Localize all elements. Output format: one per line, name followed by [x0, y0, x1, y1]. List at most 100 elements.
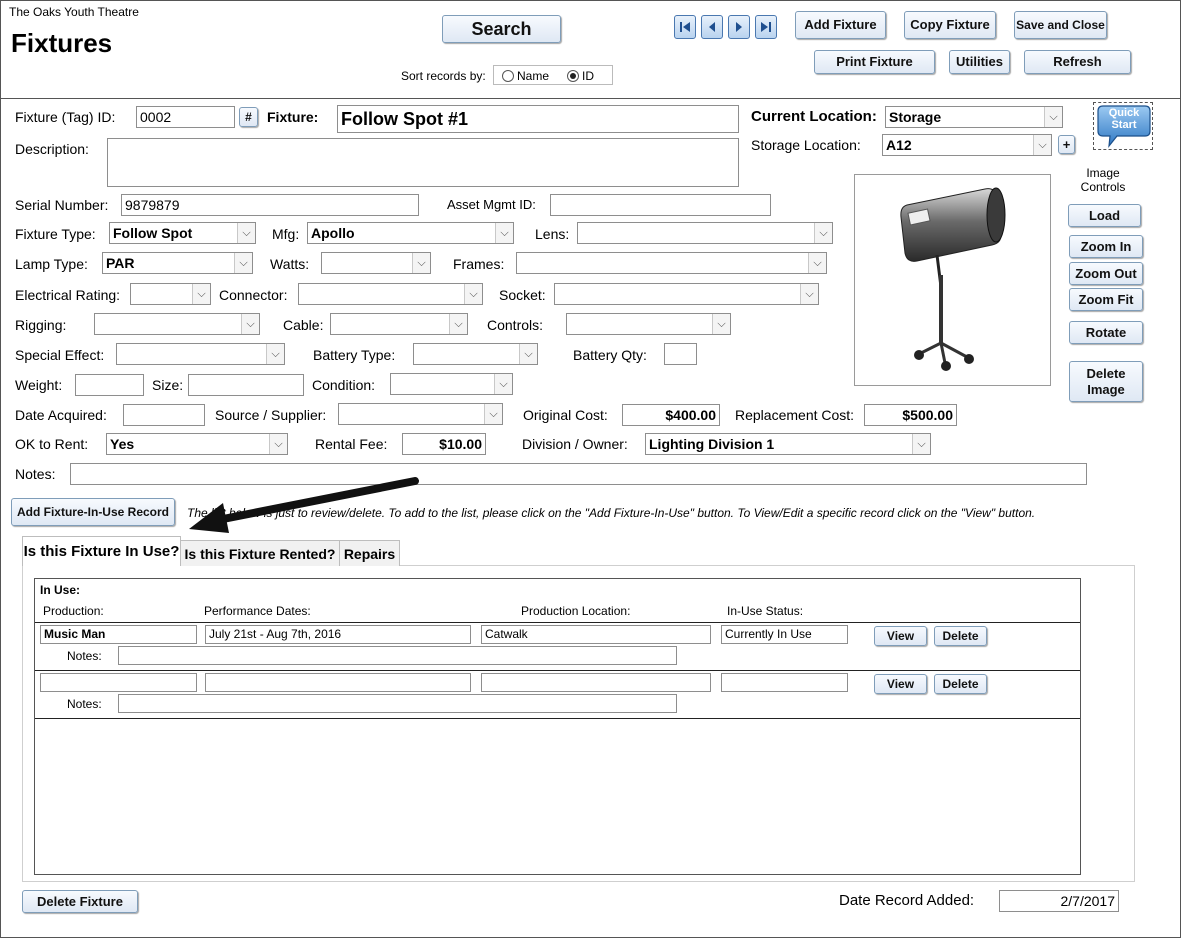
row2-view-button[interactable]: View: [874, 674, 927, 694]
weight-field[interactable]: [75, 374, 144, 396]
mfg-combo[interactable]: Apollo ⌵: [307, 222, 514, 244]
row-divider: [35, 670, 1080, 671]
chevron-down-icon[interactable]: ⌵: [1044, 107, 1062, 127]
battery-qty-field[interactable]: [664, 343, 697, 365]
chevron-down-icon[interactable]: ⌵: [912, 434, 930, 454]
chevron-down-icon[interactable]: ⌵: [464, 284, 482, 304]
quick-start-button[interactable]: Quick Start: [1093, 102, 1153, 150]
chevron-down-icon[interactable]: ⌵: [814, 223, 832, 243]
date-record-added-field[interactable]: 2/7/2017: [999, 890, 1119, 912]
rental-fee-field[interactable]: $10.00: [402, 433, 486, 455]
form-title: Fixtures: [11, 28, 113, 58]
description-field[interactable]: [107, 138, 739, 187]
add-storage-location-button[interactable]: +: [1058, 135, 1075, 154]
row2-notes-field[interactable]: [118, 694, 677, 713]
row1-notes-field[interactable]: [118, 646, 677, 665]
battery-type-combo[interactable]: ⌵: [413, 343, 538, 365]
chevron-down-icon[interactable]: ⌵: [495, 223, 513, 243]
tab-in-use[interactable]: Is this Fixture In Use?: [22, 536, 181, 566]
chevron-down-icon[interactable]: ⌵: [241, 314, 259, 334]
serial-number-field[interactable]: 9879879: [121, 194, 419, 216]
rigging-combo[interactable]: ⌵: [94, 313, 260, 335]
save-close-button[interactable]: Save and Close: [1014, 11, 1107, 39]
chevron-down-icon[interactable]: ⌵: [519, 344, 537, 364]
add-fixture-button[interactable]: Add Fixture: [795, 11, 886, 39]
frames-combo[interactable]: ⌵: [516, 252, 827, 274]
source-supplier-combo[interactable]: ⌵: [338, 403, 503, 425]
chevron-down-icon[interactable]: ⌵: [449, 314, 467, 334]
row1-dates-field[interactable]: July 21st - Aug 7th, 2016: [205, 625, 471, 644]
mfg-label: Mfg:: [272, 226, 300, 242]
row2-production-field[interactable]: [40, 673, 197, 692]
load-image-button[interactable]: Load: [1068, 204, 1141, 227]
row2-status-field[interactable]: [721, 673, 848, 692]
utilities-button[interactable]: Utilities: [949, 50, 1010, 74]
rotate-button[interactable]: Rotate: [1069, 321, 1143, 344]
cable-combo[interactable]: ⌵: [330, 313, 468, 335]
division-owner-combo[interactable]: Lighting Division 1 ⌵: [645, 433, 931, 455]
row1-status-field[interactable]: Currently In Use: [721, 625, 848, 644]
chevron-down-icon[interactable]: ⌵: [800, 284, 818, 304]
chevron-down-icon[interactable]: ⌵: [484, 404, 502, 424]
search-button[interactable]: Search: [442, 15, 561, 43]
date-acquired-field[interactable]: [123, 404, 205, 426]
zoom-fit-button[interactable]: Zoom Fit: [1069, 288, 1143, 311]
chevron-down-icon[interactable]: ⌵: [237, 223, 255, 243]
condition-combo[interactable]: ⌵: [390, 373, 513, 395]
delete-fixture-button[interactable]: Delete Fixture: [22, 890, 138, 913]
prev-record-button[interactable]: [701, 15, 723, 39]
row1-production-field[interactable]: Music Man: [40, 625, 197, 644]
zoom-out-button[interactable]: Zoom Out: [1069, 262, 1143, 285]
chevron-down-icon[interactable]: ⌵: [808, 253, 826, 273]
row2-delete-button[interactable]: Delete: [934, 674, 987, 694]
fixture-name-field[interactable]: Follow Spot #1: [337, 105, 739, 133]
controls-combo[interactable]: ⌵: [566, 313, 731, 335]
socket-combo[interactable]: ⌵: [554, 283, 819, 305]
add-fixture-in-use-button[interactable]: Add Fixture-In-Use Record: [11, 498, 175, 526]
lamp-type-label: Lamp Type:: [15, 256, 88, 272]
print-fixture-button[interactable]: Print Fixture: [814, 50, 935, 74]
tab-rented[interactable]: Is this Fixture Rented?: [180, 540, 340, 566]
chevron-down-icon[interactable]: ⌵: [192, 284, 210, 304]
sort-option-name[interactable]: Name: [502, 67, 549, 85]
row1-location-field[interactable]: Catwalk: [481, 625, 711, 644]
chevron-down-icon[interactable]: ⌵: [269, 434, 287, 454]
copy-fixture-button[interactable]: Copy Fixture: [904, 11, 996, 39]
first-record-button[interactable]: [674, 15, 696, 39]
chevron-down-icon[interactable]: ⌵: [266, 344, 284, 364]
refresh-button[interactable]: Refresh: [1024, 50, 1131, 74]
replacement-cost-field[interactable]: $500.00: [864, 404, 957, 426]
tab-repairs[interactable]: Repairs: [339, 540, 400, 566]
row2-location-field[interactable]: [481, 673, 711, 692]
delete-image-button[interactable]: Delete Image: [1069, 361, 1143, 402]
special-effect-combo[interactable]: ⌵: [116, 343, 285, 365]
tag-id-field[interactable]: 0002: [136, 106, 235, 128]
description-label: Description:: [15, 141, 89, 157]
ok-to-rent-combo[interactable]: Yes ⌵: [106, 433, 288, 455]
storage-location-combo[interactable]: A12 ⌵: [882, 134, 1052, 156]
current-location-combo[interactable]: Storage ⌵: [885, 106, 1063, 128]
chevron-down-icon[interactable]: ⌵: [1033, 135, 1051, 155]
asset-id-field[interactable]: [550, 194, 771, 216]
row1-delete-button[interactable]: Delete: [934, 626, 987, 646]
size-label: Size:: [152, 377, 184, 393]
lens-combo[interactable]: ⌵: [577, 222, 833, 244]
size-field[interactable]: [188, 374, 304, 396]
sort-option-id[interactable]: ID: [567, 67, 594, 85]
chevron-down-icon[interactable]: ⌵: [712, 314, 730, 334]
zoom-in-button[interactable]: Zoom In: [1069, 235, 1143, 258]
chevron-down-icon[interactable]: ⌵: [412, 253, 430, 273]
chevron-down-icon[interactable]: ⌵: [234, 253, 252, 273]
row2-dates-field[interactable]: [205, 673, 471, 692]
fixture-type-combo[interactable]: Follow Spot ⌵: [109, 222, 256, 244]
row1-view-button[interactable]: View: [874, 626, 927, 646]
tag-id-hash-button[interactable]: #: [239, 107, 258, 127]
electrical-rating-combo[interactable]: ⌵: [130, 283, 211, 305]
lamp-type-combo[interactable]: PAR ⌵: [102, 252, 253, 274]
connector-combo[interactable]: ⌵: [298, 283, 483, 305]
last-record-button[interactable]: [755, 15, 777, 39]
watts-combo[interactable]: ⌵: [321, 252, 431, 274]
chevron-down-icon[interactable]: ⌵: [494, 374, 512, 394]
next-record-button[interactable]: [728, 15, 750, 39]
original-cost-field[interactable]: $400.00: [622, 404, 720, 426]
